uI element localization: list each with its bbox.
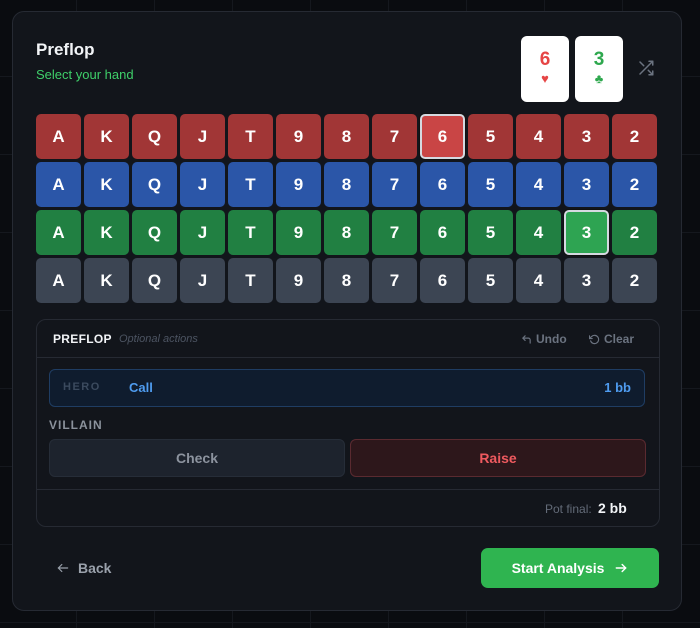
card-K-hearts[interactable]: K [84,114,129,159]
card-9-hearts[interactable]: 9 [276,114,321,159]
back-button[interactable]: Back [56,560,111,576]
card-J-hearts[interactable]: J [180,114,225,159]
divider [37,357,659,358]
card-5-hearts[interactable]: 5 [468,114,513,159]
card-7-diamonds[interactable]: 7 [372,162,417,207]
card-2-diamonds[interactable]: 2 [612,162,657,207]
back-label: Back [78,560,112,576]
selected-card-1-suit: ♥ [541,71,549,86]
card-Q-clubs[interactable]: Q [132,210,177,255]
actions-panel: PREFLOP Optional actions Undo Clear HERO… [36,319,660,527]
card-6-hearts[interactable]: 6 [420,114,465,159]
selected-card-2-suit: ♣ [594,71,604,86]
hero-action-row[interactable]: HERO Call 1 bb [49,369,645,407]
divider [37,489,659,490]
card-Q-hearts[interactable]: Q [132,114,177,159]
hero-label: HERO [63,381,101,393]
undo-icon [522,334,531,344]
card-4-spades[interactable]: 4 [516,258,561,303]
preflop-panel: Preflop Select your hand 6 ♥ 3 ♣ AKQJT98… [12,11,682,611]
card-4-clubs[interactable]: 4 [516,210,561,255]
card-2-spades[interactable]: 2 [612,258,657,303]
card-9-spades[interactable]: 9 [276,258,321,303]
card-K-clubs[interactable]: K [84,210,129,255]
card-J-spades[interactable]: J [180,258,225,303]
card-7-hearts[interactable]: 7 [372,114,417,159]
card-5-diamonds[interactable]: 5 [468,162,513,207]
check-button[interactable]: Check [49,439,345,477]
undo-label: Undo [536,332,567,346]
card-5-spades[interactable]: 5 [468,258,513,303]
page-subtitle: Select your hand [36,67,134,82]
card-7-clubs[interactable]: 7 [372,210,417,255]
card-3-hearts[interactable]: 3 [564,114,609,159]
selected-card-1-rank: 6 [539,49,551,70]
start-analysis-label: Start Analysis [511,560,605,576]
selected-card-1[interactable]: 6 ♥ [521,36,569,102]
card-A-spades[interactable]: A [36,258,81,303]
hero-action: Call [129,380,153,395]
card-3-spades[interactable]: 3 [564,258,609,303]
card-7-spades[interactable]: 7 [372,258,417,303]
hero-amount: 1 bb [604,380,631,395]
card-5-clubs[interactable]: 5 [468,210,513,255]
selected-card-2-rank: 3 [593,49,605,70]
card-2-hearts[interactable]: 2 [612,114,657,159]
card-8-spades[interactable]: 8 [324,258,369,303]
card-4-diamonds[interactable]: 4 [516,162,561,207]
card-T-clubs[interactable]: T [228,210,273,255]
page-title: Preflop [36,40,95,59]
card-9-clubs[interactable]: 9 [276,210,321,255]
card-T-diamonds[interactable]: T [228,162,273,207]
clear-label: Clear [604,332,635,346]
card-J-clubs[interactable]: J [180,210,225,255]
actions-optional-label: Optional actions [119,333,198,345]
card-8-hearts[interactable]: 8 [324,114,369,159]
actions-heading: PREFLOP [53,332,112,346]
card-2-clubs[interactable]: 2 [612,210,657,255]
card-Q-spades[interactable]: Q [132,258,177,303]
card-K-diamonds[interactable]: K [84,162,129,207]
card-6-spades[interactable]: 6 [420,258,465,303]
card-8-diamonds[interactable]: 8 [324,162,369,207]
start-analysis-button[interactable]: Start Analysis [481,548,659,588]
card-T-spades[interactable]: T [228,258,273,303]
card-6-clubs[interactable]: 6 [420,210,465,255]
card-3-diamonds[interactable]: 3 [564,162,609,207]
pot-value: 2 bb [598,500,627,516]
card-T-hearts[interactable]: T [228,114,273,159]
undo-button[interactable]: Undo [521,332,567,346]
card-A-diamonds[interactable]: A [36,162,81,207]
card-Q-diamonds[interactable]: Q [132,162,177,207]
card-K-spades[interactable]: K [84,258,129,303]
card-4-hearts[interactable]: 4 [516,114,561,159]
card-8-clubs[interactable]: 8 [324,210,369,255]
shuffle-icon[interactable] [637,59,655,77]
card-J-diamonds[interactable]: J [180,162,225,207]
clear-button[interactable]: Clear [589,332,634,346]
arrow-right-icon [616,563,627,573]
card-9-diamonds[interactable]: 9 [276,162,321,207]
villain-label: VILLAIN [49,418,103,432]
card-6-diamonds[interactable]: 6 [420,162,465,207]
reset-icon [589,334,600,344]
selected-card-2[interactable]: 3 ♣ [575,36,623,102]
card-3-clubs[interactable]: 3 [564,210,609,255]
pot-label: Pot final: [545,502,592,516]
arrow-left-icon [57,563,69,573]
card-A-hearts[interactable]: A [36,114,81,159]
card-A-clubs[interactable]: A [36,210,81,255]
raise-button[interactable]: Raise [350,439,646,477]
